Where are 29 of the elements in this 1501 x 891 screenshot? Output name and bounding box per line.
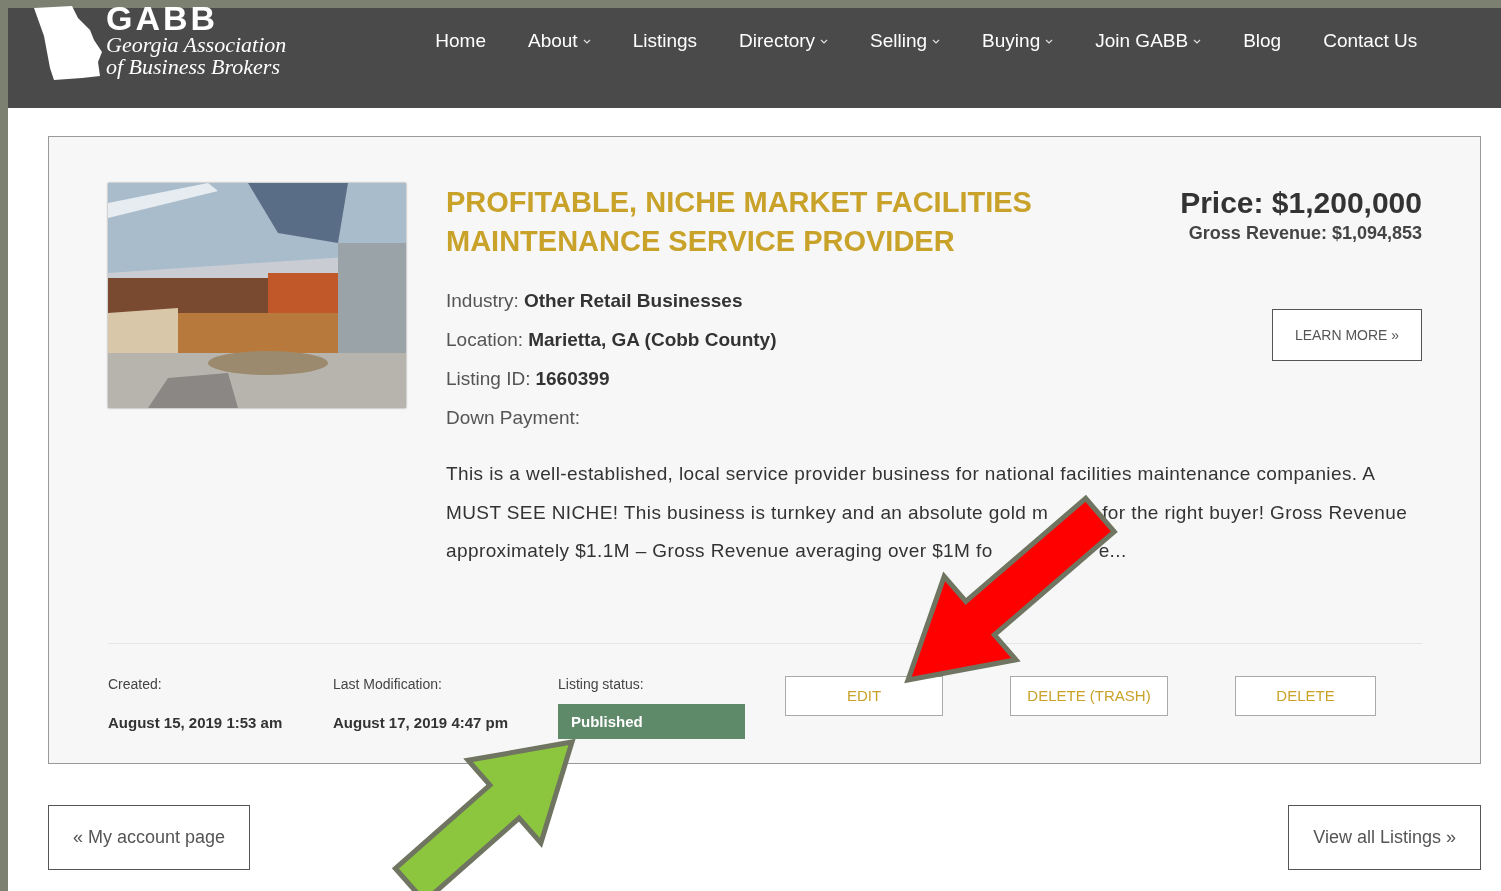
detail-text: Location: Marietta, GA (Cobb County) [446,328,777,352]
detail-text: Industry: Other Retail Businesses [446,289,744,313]
meta-label: Last Modification: [333,675,443,692]
price: Price: $1,200,000 [1180,185,1422,221]
meta-value: August 15, 2019 1:53 am [108,713,284,731]
description: This is a well-established, local service provider business for national facilities maintenance companies. A MUST SEE NICHE! This business is turnkey and an absolute gold m for the right buyer! Gross Revenue approximately $1.1M – Gross Revenue averaging over $1M fo e... [446,462,1409,563]
nav-link[interactable]: Selling [849,30,962,52]
nav-link[interactable]: About [506,30,612,52]
georgia-map-icon [32,6,102,82]
logo-subtitle: Georgia Association [106,34,287,56]
logo-title: GABB [106,2,220,34]
detail-text: Listing ID: 1660399 [446,367,611,391]
nav-link[interactable]: Buying [961,30,1075,52]
gross-revenue: Gross Revenue: $1,094,853 [1188,223,1422,244]
nav-link[interactable]: Directory [718,30,850,52]
nav-link[interactable]: Listings [611,30,719,52]
meta-label: Created: [108,675,163,692]
nav-link[interactable]: Contact Us [1302,30,1439,52]
meta-value: August 17, 2019 4:47 pm [333,713,510,731]
detail-text: Down Payment: [446,406,582,430]
nav-button[interactable]: « My account page [48,805,251,870]
nav-button[interactable]: View all Listings » [1288,805,1481,870]
nav-link[interactable]: Blog [1222,30,1303,52]
logo-subtitle: of Business Brokers [106,56,281,78]
learn-more-button[interactable]: LEARN MORE » [1272,309,1422,361]
nav-link[interactable]: Join GABB [1074,30,1223,52]
status-badge: Published [558,703,745,739]
meta-label: Listing status: [558,675,645,692]
nav-link[interactable]: Home [414,30,507,52]
